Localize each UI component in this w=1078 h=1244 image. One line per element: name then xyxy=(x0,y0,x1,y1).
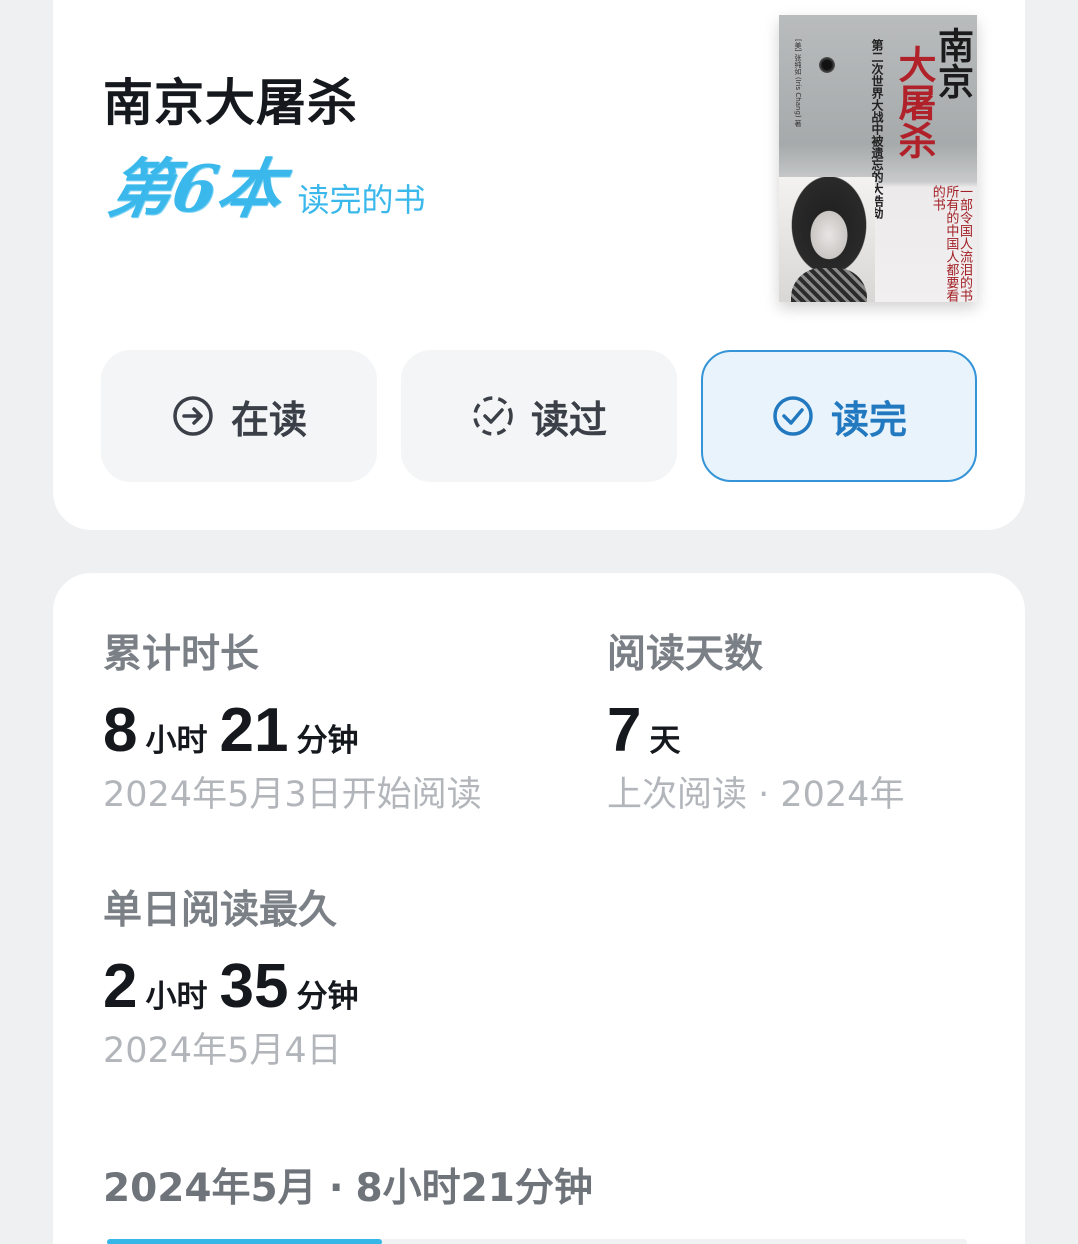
finished-rank: 第6本 读完的书 xyxy=(102,152,426,227)
rank-caption: 读完的书 xyxy=(297,181,426,219)
month-label: 2024年5月 xyxy=(103,1166,317,1211)
month-separator: · xyxy=(328,1166,344,1211)
cover-title: 南京 xyxy=(932,27,974,99)
total-minutes-unit: 分钟 xyxy=(296,723,359,759)
total-hours-unit: 小时 xyxy=(145,723,208,759)
max-minutes-unit: 分钟 xyxy=(296,979,359,1015)
status-read-label: 读过 xyxy=(530,397,607,442)
status-finished-button[interactable]: 读完 xyxy=(701,350,977,482)
status-finished-label: 读完 xyxy=(830,397,907,442)
bullet-hole-graphic xyxy=(819,57,835,73)
stat-reading-days: 阅读天数 7 天 上次阅读 · 2024年 xyxy=(607,635,904,813)
cover-portrait-image xyxy=(779,177,875,302)
stat-max-value: 2 小时 35 分钟 xyxy=(103,956,370,1018)
rank-badge: 第6本 xyxy=(102,152,289,227)
stat-days-label: 阅读天数 xyxy=(607,632,764,677)
stat-total-value: 8 小时 21 分钟 xyxy=(103,700,482,762)
month-progress-bar xyxy=(107,1239,967,1244)
total-hours: 8 xyxy=(103,696,138,765)
month-progress-fill xyxy=(107,1239,383,1244)
days-count: 7 xyxy=(607,696,642,765)
max-hours: 2 xyxy=(103,952,138,1021)
check-circle-icon xyxy=(773,396,813,436)
status-read-button[interactable]: 读过 xyxy=(401,350,677,482)
total-minutes: 21 xyxy=(219,696,289,765)
days-unit: 天 xyxy=(649,723,681,759)
arrow-circle-icon xyxy=(173,396,213,436)
status-reading-label: 在读 xyxy=(230,397,307,442)
stat-total-sub: 2024年5月3日开始阅读 xyxy=(103,775,482,815)
max-hours-unit: 小时 xyxy=(145,979,208,1015)
stat-longest-day: 单日阅读最久 2 小时 35 分钟 2024年5月4日 xyxy=(103,891,370,1069)
book-title: 南京大屠杀 xyxy=(103,74,358,132)
stat-max-sub: 2024年5月4日 xyxy=(103,1031,342,1071)
status-reading-button[interactable]: 在读 xyxy=(101,350,377,482)
dashed-check-circle-icon xyxy=(473,396,513,436)
stat-max-label: 单日阅读最久 xyxy=(103,888,338,933)
max-minutes: 35 xyxy=(219,952,289,1021)
book-detail-page: 南京大屠杀 第6本 读完的书 [美] 张纯如 (Iris Chang) 著 第二… xyxy=(0,0,1078,1244)
month-duration: 8小时21分钟 xyxy=(355,1166,593,1211)
stat-total-label: 累计时长 xyxy=(103,632,260,677)
stat-days-sub: 上次阅读 · 2024年 xyxy=(607,775,905,815)
cover-blurb: 一部令国人流泪的书所有的中国人都要看的书 xyxy=(929,185,972,302)
cover-title-red: 大屠杀 xyxy=(892,45,937,159)
reading-stats-card: 累计时长 8 小时 21 分钟 2024年5月3日开始阅读 阅读天数 7 天 上… xyxy=(53,573,1025,1244)
cover-author: [美] 张纯如 (Iris Chang) 著 xyxy=(794,39,802,127)
stat-total-time: 累计时长 8 小时 21 分钟 2024年5月3日开始阅读 xyxy=(103,635,482,813)
month-summary: 2024年5月 · 8小时21分钟 xyxy=(103,1169,593,1208)
book-cover[interactable]: [美] 张纯如 (Iris Chang) 著 第二次世界大战中被遗忘的大浩劫 大… xyxy=(779,15,977,302)
stat-days-value: 7 天 xyxy=(607,700,904,762)
reading-status-group: 在读 读过 读完 xyxy=(101,350,977,482)
book-info-card: 南京大屠杀 第6本 读完的书 [美] 张纯如 (Iris Chang) 著 第二… xyxy=(53,0,1025,530)
